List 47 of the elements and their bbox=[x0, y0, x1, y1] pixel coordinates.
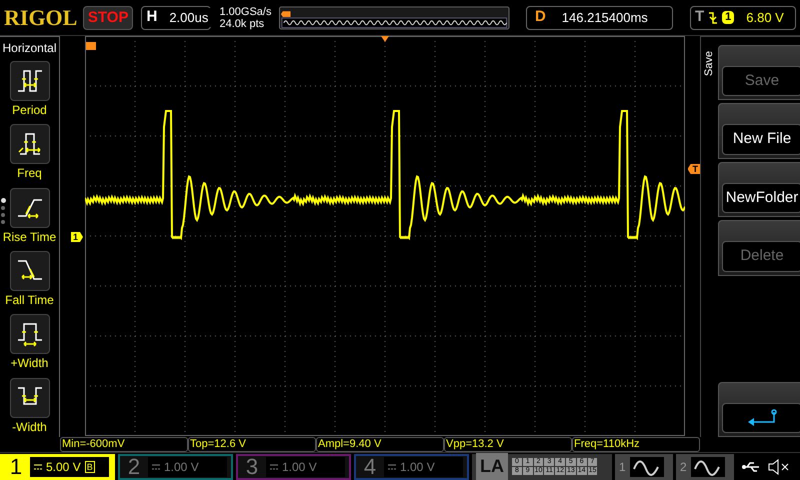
trigger-position-icon bbox=[381, 36, 389, 42]
time-reference-icon bbox=[86, 42, 96, 50]
menu-button[interactable]: NewFolder bbox=[718, 162, 800, 218]
measure-item[interactable]: Period bbox=[0, 61, 60, 120]
delay-panel[interactable]: D 146.215400ms bbox=[526, 6, 673, 30]
menu-title: Horizontal bbox=[2, 40, 57, 57]
delay-label: D bbox=[534, 7, 547, 28]
coupling-icon bbox=[34, 464, 42, 470]
delay-value: 146.215400ms bbox=[560, 8, 649, 27]
measurement-readout: Min=-600mV bbox=[60, 437, 188, 452]
measurement-readout: Freq=110kHz bbox=[572, 437, 700, 452]
timebase-label: H bbox=[145, 7, 158, 28]
usb-icon bbox=[742, 462, 762, 472]
trigger-source: 1 bbox=[722, 11, 734, 24]
memory-depth: 24.0k pts bbox=[219, 18, 266, 30]
channel-tab[interactable]: 1 5.00 V B bbox=[0, 454, 115, 480]
trigger-level: 6.80 V bbox=[746, 8, 784, 27]
coupling-icon bbox=[270, 464, 278, 470]
bandwidth-limit-badge: B bbox=[84, 460, 95, 472]
run-state[interactable]: STOP bbox=[82, 6, 134, 30]
speaker-muted-icon bbox=[768, 458, 790, 474]
sine-wave-icon bbox=[690, 456, 725, 476]
coupling-icon bbox=[152, 464, 160, 470]
trigger-label: T bbox=[694, 7, 704, 28]
brand-logo: RIGOL bbox=[4, 4, 78, 32]
measurement-readout: Ampl=9.40 V bbox=[316, 437, 444, 452]
trigger-panel[interactable]: T 1 6.80 V bbox=[690, 6, 796, 30]
measure-item[interactable]: Fall Time bbox=[0, 250, 60, 310]
coupling-icon bbox=[388, 464, 396, 470]
falling-edge-icon bbox=[708, 10, 718, 24]
menu-title: Save bbox=[702, 51, 715, 76]
measure-item[interactable]: +Width bbox=[0, 314, 60, 374]
measurement-readout: Vpp=13.2 V bbox=[444, 437, 572, 452]
channel-tab[interactable]: 4 1.00 V bbox=[354, 454, 469, 480]
channel-tab[interactable]: 2 1.00 V bbox=[118, 454, 233, 480]
channel-tab[interactable]: 3 1.00 V bbox=[236, 454, 351, 480]
measure-item[interactable]: Rise Time bbox=[0, 188, 60, 247]
sine-wave-icon bbox=[630, 456, 664, 476]
measure-item[interactable]: -Width bbox=[0, 378, 60, 437]
back-button[interactable] bbox=[718, 382, 800, 438]
return-icon bbox=[746, 408, 778, 428]
channel-marker: 1 bbox=[70, 232, 83, 242]
measure-item[interactable]: Freq bbox=[0, 124, 60, 184]
sample-rate: 1.00GSa/s bbox=[219, 6, 272, 18]
menu-button[interactable]: New File bbox=[718, 103, 800, 159]
trigger-level-marker: T bbox=[688, 164, 700, 174]
measurement-readout: Top=12.6 V bbox=[188, 437, 316, 452]
